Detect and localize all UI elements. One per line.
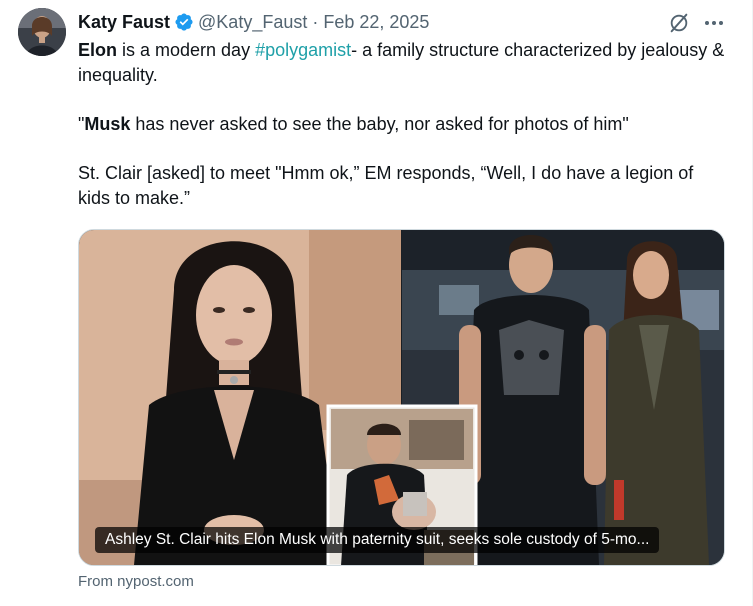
tweet-paragraph-2: "Musk has never asked to see the baby, n… <box>78 112 728 137</box>
hashtag-polygamist[interactable]: #polygamist <box>255 40 351 60</box>
avatar[interactable] <box>18 8 66 56</box>
display-name[interactable]: Katy Faust <box>78 12 170 33</box>
tweet-paragraph-3: St. Clair [asked] to meet "Hmm ok,” EM r… <box>78 162 694 208</box>
tweet-header: Katy Faust @Katy_Faust · Feb 22, 2025 <box>78 10 429 34</box>
tweet[interactable]: Katy Faust @Katy_Faust · Feb 22, 2025 El… <box>0 0 753 606</box>
tweet-paragraph-1: Elon is a modern day #polygamist- a fami… <box>78 38 728 87</box>
text-segment: is a modern day <box>117 40 256 60</box>
bold-musk: Musk <box>84 113 131 134</box>
handle[interactable]: @Katy_Faust <box>198 12 307 33</box>
bold-elon: Elon <box>78 40 117 60</box>
grok-icon[interactable] <box>668 12 690 34</box>
separator-dot: · <box>312 11 319 32</box>
tweet-date[interactable]: Feb 22, 2025 <box>323 12 429 33</box>
verified-badge-icon <box>174 12 194 32</box>
card-source[interactable]: From nypost.com <box>78 573 194 590</box>
link-card-image[interactable]: Ashley St. Clair hits Elon Musk with pat… <box>78 229 725 566</box>
card-caption: Ashley St. Clair hits Elon Musk with pat… <box>95 527 660 553</box>
tweet-text: Elon is a modern day #polygamist- a fami… <box>78 38 728 210</box>
more-icon[interactable] <box>702 12 726 34</box>
text-segment: has never asked to see the baby, nor ask… <box>130 113 629 134</box>
